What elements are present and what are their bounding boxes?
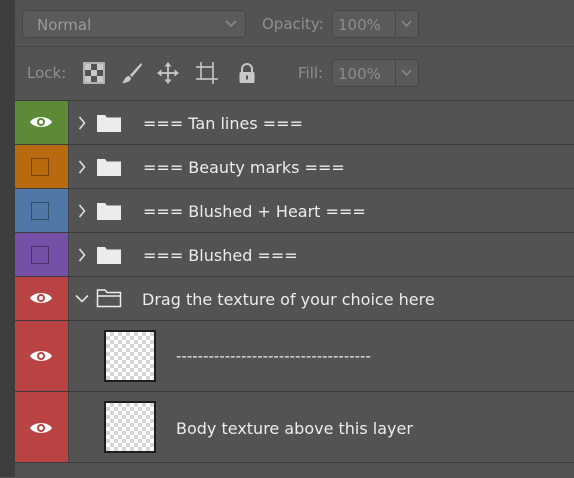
visibility-toggle[interactable] <box>15 277 68 320</box>
column-separator <box>68 189 69 232</box>
layer-group-tan-lines[interactable]: === Tan lines === <box>15 100 574 144</box>
visibility-toggle[interactable] <box>15 321 68 391</box>
visibility-toggle[interactable] <box>15 145 68 188</box>
opacity-value: 100% <box>338 16 381 34</box>
layer-name: Drag the texture of your choice here <box>142 290 435 309</box>
chevron-right-icon[interactable] <box>78 204 86 218</box>
layer-group-blushed[interactable]: === Blushed === <box>15 232 574 276</box>
layers-panel: Normal Opacity: 100% Lock: Fill: 100% ==… <box>15 0 574 478</box>
column-separator <box>68 101 69 144</box>
visibility-toggle[interactable] <box>15 233 68 276</box>
layer-thumbnail[interactable] <box>104 401 156 453</box>
eye-icon <box>30 117 52 127</box>
chevron-down-icon <box>401 20 412 28</box>
chevron-down-icon <box>225 20 237 28</box>
fill-field[interactable]: 100% <box>332 59 419 87</box>
folder-icon <box>97 159 121 176</box>
eye-icon <box>30 423 52 433</box>
folder-icon <box>97 115 121 132</box>
layer-separator-line[interactable]: ------------------------------------ <box>15 320 574 391</box>
padlock-icon[interactable] <box>236 62 258 84</box>
lock-fill-row: Lock: Fill: 100% <box>15 52 574 92</box>
folder-icon <box>97 247 121 264</box>
panel-left-edge <box>0 0 15 477</box>
checkerboard-icon[interactable] <box>83 62 105 84</box>
fill-value: 100% <box>338 65 381 83</box>
column-separator <box>68 321 69 391</box>
column-separator <box>68 145 69 188</box>
visibility-toggle[interactable] <box>15 101 68 144</box>
chevron-down-icon[interactable] <box>75 294 89 303</box>
hidden-visibility-box <box>31 202 49 220</box>
layer-name: === Tan lines === <box>143 114 303 133</box>
fill-dropdown-button[interactable] <box>395 60 418 86</box>
chevron-right-icon[interactable] <box>78 248 86 262</box>
layer-name: === Blushed === <box>143 246 298 265</box>
layer-group-blushed-heart[interactable]: === Blushed + Heart === <box>15 188 574 232</box>
layer-name: Body texture above this layer <box>176 419 413 438</box>
opacity-field[interactable]: 100% <box>332 10 419 38</box>
opacity-dropdown-button[interactable] <box>395 11 418 37</box>
eye-icon <box>30 351 52 361</box>
layer-name: ------------------------------------ <box>176 347 371 365</box>
blend-mode-dropdown[interactable]: Normal <box>22 10 246 38</box>
open-folder-icon <box>96 289 122 308</box>
folder-icon <box>97 203 121 220</box>
hidden-visibility-box <box>31 158 49 176</box>
column-separator <box>68 233 69 276</box>
layer-thumbnail[interactable] <box>104 330 156 382</box>
opacity-label: Opacity: <box>262 15 324 33</box>
hidden-visibility-box <box>31 246 49 264</box>
lock-label: Lock: <box>27 64 67 82</box>
chevron-right-icon[interactable] <box>78 160 86 174</box>
fill-label: Fill: <box>298 64 324 82</box>
chevron-down-icon <box>401 69 412 77</box>
layer-group-beauty-marks[interactable]: === Beauty marks === <box>15 144 574 188</box>
visibility-toggle[interactable] <box>15 189 68 232</box>
move-icon[interactable] <box>157 62 179 84</box>
blend-opacity-row: Normal Opacity: 100% <box>15 6 574 42</box>
toolbar-divider <box>15 46 574 47</box>
panel-bottom-strip <box>15 462 574 478</box>
blend-mode-value: Normal <box>37 16 92 34</box>
brush-icon[interactable] <box>121 62 143 84</box>
layer-body-texture[interactable]: Body texture above this layer <box>15 391 574 462</box>
visibility-toggle[interactable] <box>15 392 68 462</box>
eye-icon <box>30 293 52 303</box>
column-separator <box>68 392 69 462</box>
column-separator <box>68 277 69 320</box>
layer-name: === Blushed + Heart === <box>143 202 366 221</box>
layer-name: === Beauty marks === <box>143 158 345 177</box>
chevron-right-icon[interactable] <box>78 116 86 130</box>
layer-group-texture[interactable]: Drag the texture of your choice here <box>15 276 574 320</box>
artboard-icon[interactable] <box>196 62 218 84</box>
